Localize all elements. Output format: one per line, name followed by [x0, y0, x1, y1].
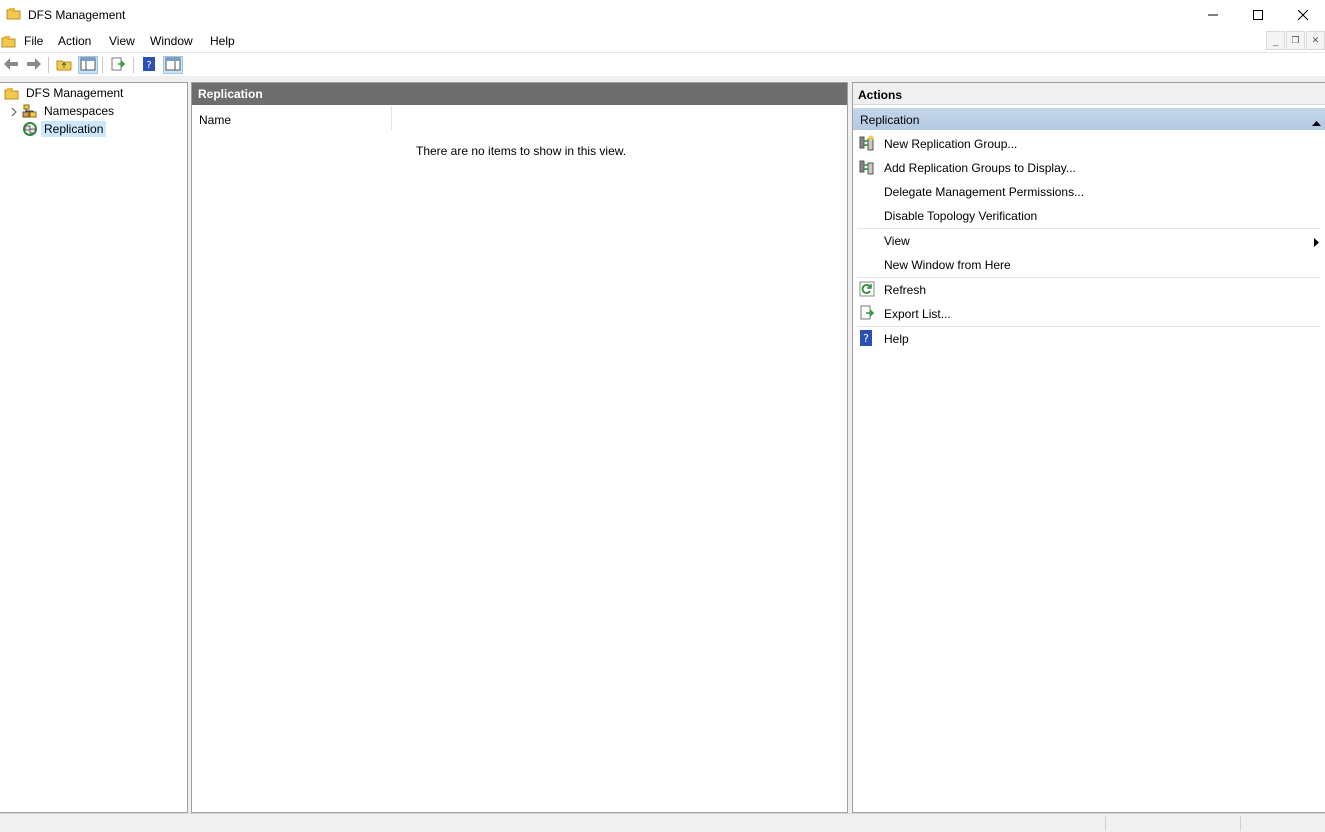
action-view[interactable]: View — [853, 229, 1325, 251]
up-one-level-button[interactable] — [54, 56, 74, 74]
toolbar: ? — [0, 52, 1325, 76]
status-bar — [0, 813, 1325, 832]
help-icon: ? — [859, 330, 875, 346]
action-label: Refresh — [884, 283, 927, 297]
action-label: New Window from Here — [884, 258, 1011, 272]
tree-node-dfs-management[interactable]: DFS Management — [4, 84, 126, 102]
close-icon — [1298, 10, 1308, 20]
show-hide-console-tree-button[interactable] — [78, 56, 98, 74]
toolbar-separator — [102, 57, 103, 73]
menu-help[interactable]: Help — [210, 34, 235, 48]
maximize-icon — [1253, 10, 1263, 20]
status-bar-segment — [1105, 816, 1106, 831]
empty-view-message: There are no items to show in this view. — [416, 144, 627, 158]
dfs-folder-icon — [4, 85, 20, 101]
actions-section-replication[interactable]: Replication — [853, 108, 1325, 130]
results-pane-title: Replication — [192, 83, 847, 105]
mdi-close-button[interactable]: ✕ — [1306, 31, 1325, 50]
show-hide-action-pane-button[interactable] — [163, 56, 183, 74]
export-list-icon — [110, 57, 126, 74]
dfs-folder-icon — [6, 6, 22, 22]
console-icon[interactable] — [1, 33, 17, 49]
action-label: Export List... — [884, 307, 951, 321]
toolbar-separator — [48, 57, 49, 73]
maximize-button[interactable] — [1235, 0, 1281, 30]
action-help[interactable]: ? Help — [853, 327, 1325, 349]
action-add-replication-groups-to-display[interactable]: Add Replication Groups to Display... — [853, 156, 1325, 178]
add-replication-groups-icon — [859, 159, 875, 175]
menu-window[interactable]: Window — [150, 34, 193, 48]
console-tree: DFS Management Namespaces Replication — [0, 82, 188, 813]
menu-action[interactable]: Action — [58, 34, 91, 48]
minimize-icon: _ — [1272, 35, 1278, 46]
restore-icon: ❐ — [1291, 35, 1300, 45]
action-delegate-management-permissions[interactable]: Delegate Management Permissions... — [853, 180, 1325, 202]
export-list-icon — [859, 305, 875, 321]
help-button[interactable]: ? — [139, 56, 159, 74]
action-label: Help — [884, 332, 909, 346]
tree-node-namespaces[interactable]: Namespaces — [4, 102, 184, 120]
action-new-replication-group[interactable]: New Replication Group... — [853, 132, 1325, 154]
forward-icon — [26, 57, 42, 74]
help-icon: ? — [142, 56, 156, 74]
actions-pane: Actions Replication New Replication Grou… — [852, 82, 1325, 813]
title-bar: DFS Management — [0, 0, 1325, 30]
chevron-right-icon[interactable] — [9, 106, 19, 117]
action-new-window-from-here[interactable]: New Window from Here — [853, 253, 1325, 275]
action-export-list[interactable]: Export List... — [853, 302, 1325, 324]
close-button[interactable] — [1280, 0, 1325, 30]
refresh-icon — [859, 281, 875, 297]
menu-view[interactable]: View — [109, 34, 135, 48]
svg-text:?: ? — [146, 60, 151, 71]
column-header-label: Name — [199, 113, 232, 127]
collapse-up-icon[interactable] — [1312, 115, 1321, 129]
column-header-name[interactable]: Name — [192, 106, 392, 130]
new-replication-group-icon — [859, 135, 875, 151]
mdi-minimize-button[interactable]: _ — [1266, 31, 1285, 50]
action-label: Delegate Management Permissions... — [884, 185, 1085, 199]
tree-node-label: DFS Management — [26, 86, 124, 100]
action-label: Disable Topology Verification — [884, 209, 1038, 223]
back-icon — [3, 57, 19, 74]
results-pane: Replication Name There are no items to s… — [191, 82, 848, 813]
actions-pane-title: Actions — [853, 83, 1325, 105]
close-icon: ✕ — [1311, 35, 1320, 45]
status-bar-segment — [1240, 816, 1241, 831]
actions-section-label: Replication — [860, 113, 920, 127]
back-button[interactable] — [1, 56, 21, 74]
tree-node-replication[interactable]: Replication — [22, 120, 107, 138]
show-hide-action-pane-icon — [165, 57, 181, 74]
window-title: DFS Management — [28, 8, 126, 22]
mdi-restore-button[interactable]: ❐ — [1286, 31, 1305, 50]
svg-text:?: ? — [863, 332, 869, 345]
up-folder-icon — [56, 57, 72, 74]
action-label: View — [884, 234, 910, 248]
replication-icon — [22, 121, 38, 137]
minimize-icon — [1208, 10, 1218, 20]
export-list-button[interactable] — [108, 56, 128, 74]
action-label: Add Replication Groups to Display... — [884, 161, 1076, 175]
show-hide-console-tree-icon — [80, 57, 96, 74]
tree-node-label: Namespaces — [44, 104, 115, 118]
minimize-button[interactable] — [1190, 0, 1236, 30]
submenu-arrow-icon — [1314, 236, 1319, 250]
action-refresh[interactable]: Refresh — [853, 278, 1325, 300]
mdi-controls: _ ❐ ✕ — [1265, 31, 1325, 51]
menu-file[interactable]: File — [24, 34, 43, 48]
forward-button[interactable] — [24, 56, 44, 74]
action-disable-topology-verification[interactable]: Disable Topology Verification — [853, 204, 1325, 226]
tree-node-label: Replication — [41, 121, 107, 137]
namespaces-icon — [22, 103, 38, 119]
toolbar-separator — [133, 57, 134, 73]
menu-bar: File Action View Window Help — [0, 30, 1325, 52]
action-label: New Replication Group... — [884, 137, 1018, 151]
